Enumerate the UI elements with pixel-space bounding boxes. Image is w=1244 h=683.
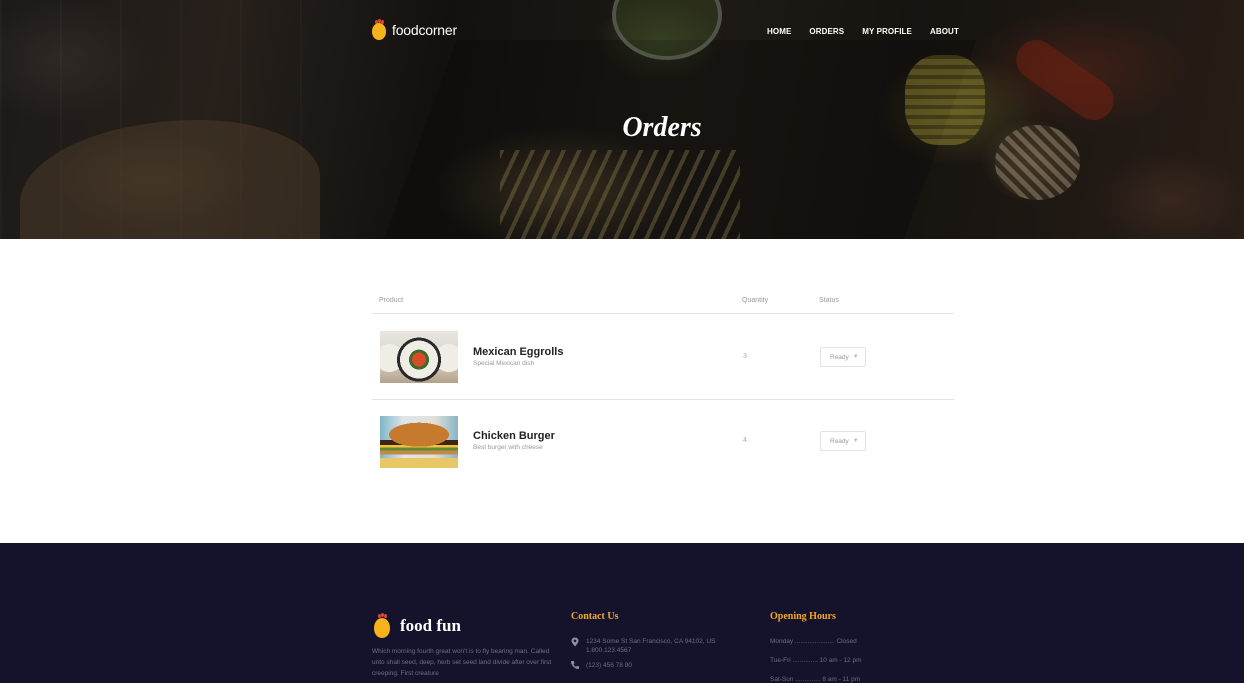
column-header-quantity: Quantity [742, 297, 769, 304]
product-quantity: 3 [743, 353, 747, 360]
product-name: Mexican Eggrolls [473, 346, 564, 358]
chick-logo-icon [372, 19, 386, 40]
phone-icon [570, 661, 579, 670]
hero-banner: foodcorner HOME ORDERS MY PROFILE ABOUT … [0, 0, 1244, 239]
nav-home[interactable]: HOME [767, 27, 791, 36]
product-image [380, 331, 458, 383]
hours-row: Tue-Fri .............. 10 am - 12 pm [770, 657, 862, 664]
contact-phone-tollfree: 1.800.123.4567 [586, 647, 632, 654]
column-header-product: Product [379, 297, 404, 304]
table-row: Chicken Burger Best burger with cheese 4… [372, 400, 954, 486]
hours-row: Sat-Sun .............. 8 am - 11 pm [770, 676, 861, 683]
chevron-down-icon: ▼ [852, 438, 859, 444]
main-nav: HOME ORDERS MY PROFILE ABOUT [767, 27, 959, 36]
product-image [380, 416, 458, 468]
status-value: Ready [830, 353, 849, 361]
pickle-bowl-image [612, 0, 722, 60]
hours-row: Monday ...................... Closed [770, 638, 857, 645]
product-description: Best burger with cheese [473, 444, 543, 451]
status-select[interactable]: Ready ▼ [820, 431, 866, 451]
product-name: Chicken Burger [473, 430, 555, 442]
nav-orders[interactable]: ORDERS [809, 27, 844, 36]
chick-logo-icon [374, 613, 390, 638]
contact-heading: Contact Us [571, 611, 619, 622]
column-header-status: Status [819, 297, 839, 304]
hours-heading: Opening Hours [770, 611, 836, 622]
product-description: Special Mexican dish [473, 360, 535, 367]
product-quantity: 4 [743, 437, 747, 444]
footer-logo[interactable]: food fun [374, 613, 461, 638]
fries-image [500, 150, 740, 239]
status-value: Ready [830, 437, 849, 445]
nav-my-profile[interactable]: MY PROFILE [862, 27, 912, 36]
brand-name: foodcorner [392, 22, 457, 38]
chevron-down-icon: ▼ [852, 354, 859, 360]
contact-phone: (123) 456 78 90 [586, 662, 632, 669]
footer-brand-name: food fun [400, 616, 461, 635]
contact-address: 1234 Some St San Francisco, CA 94102, US [586, 638, 716, 645]
site-footer: food fun Which morning fourth great won'… [0, 543, 1244, 683]
site-logo[interactable]: foodcorner [372, 19, 457, 40]
map-pin-icon [571, 637, 579, 647]
page-title: Orders [622, 112, 702, 143]
status-select[interactable]: Ready ▼ [820, 347, 866, 367]
table-row: Mexican Eggrolls Special Mexican dish 3 … [372, 314, 954, 400]
nav-about[interactable]: ABOUT [930, 27, 959, 36]
footer-about-text: Which morning fourth great won't is to f… [372, 648, 552, 677]
